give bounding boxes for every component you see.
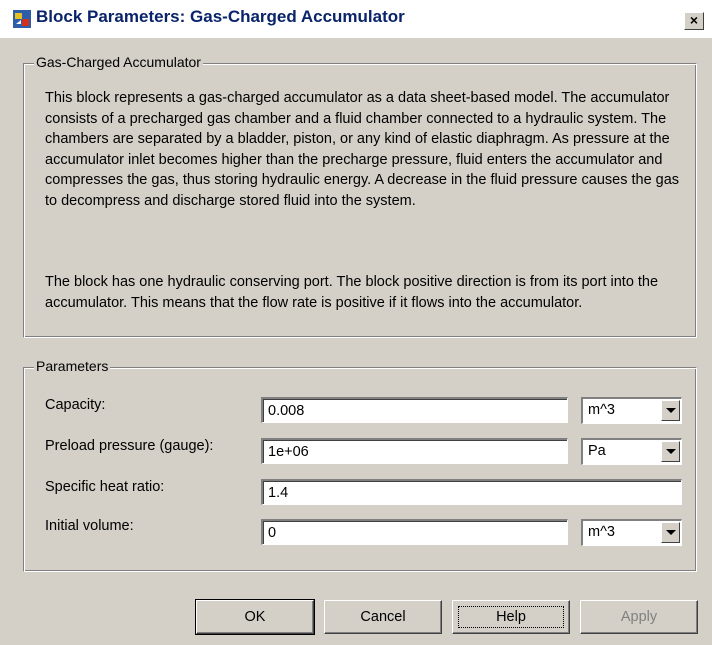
capacity-input[interactable]: 0.008 xyxy=(261,397,568,423)
preload-pressure-unit-select[interactable]: Pa xyxy=(581,438,682,465)
window-title: Block Parameters: Gas-Charged Accumulato… xyxy=(36,7,405,26)
description-paragraph-1: This block represents a gas-charged accu… xyxy=(45,90,680,209)
help-button[interactable]: Help xyxy=(452,600,570,634)
apply-button[interactable]: Apply xyxy=(580,600,698,634)
close-icon: × xyxy=(689,12,699,28)
cancel-button[interactable]: Cancel xyxy=(324,600,442,634)
preload-pressure-unit-value: Pa xyxy=(588,443,606,459)
ok-button[interactable]: OK xyxy=(195,599,315,635)
simulink-block-icon xyxy=(13,10,31,28)
capacity-unit-value: m^3 xyxy=(588,402,615,418)
preload-pressure-input[interactable]: 1e+06 xyxy=(261,438,568,464)
title-bar[interactable]: Block Parameters: Gas-Charged Accumulato… xyxy=(0,0,712,38)
initial-volume-unit-value: m^3 xyxy=(588,524,615,540)
close-button[interactable]: × xyxy=(684,12,704,30)
specific-heat-ratio-input[interactable]: 1.4 xyxy=(261,479,682,505)
capacity-unit-select[interactable]: m^3 xyxy=(581,397,682,424)
focus-indicator xyxy=(458,606,564,628)
preload-pressure-label: Preload pressure (gauge): xyxy=(45,438,214,454)
capacity-label: Capacity: xyxy=(45,397,106,413)
chevron-down-icon[interactable] xyxy=(661,400,680,421)
chevron-down-icon[interactable] xyxy=(661,441,680,462)
initial-volume-label: Initial volume: xyxy=(45,518,134,534)
description-paragraph-2: The block has one hydraulic conserving p… xyxy=(45,274,659,311)
description-group-title: Gas-Charged Accumulator xyxy=(34,54,203,70)
specific-heat-ratio-label: Specific heat ratio: xyxy=(45,479,165,495)
initial-volume-unit-select[interactable]: m^3 xyxy=(581,519,682,546)
chevron-down-icon[interactable] xyxy=(661,522,680,543)
parameters-group-title: Parameters xyxy=(34,358,111,374)
initial-volume-input[interactable]: 0 xyxy=(261,519,568,545)
